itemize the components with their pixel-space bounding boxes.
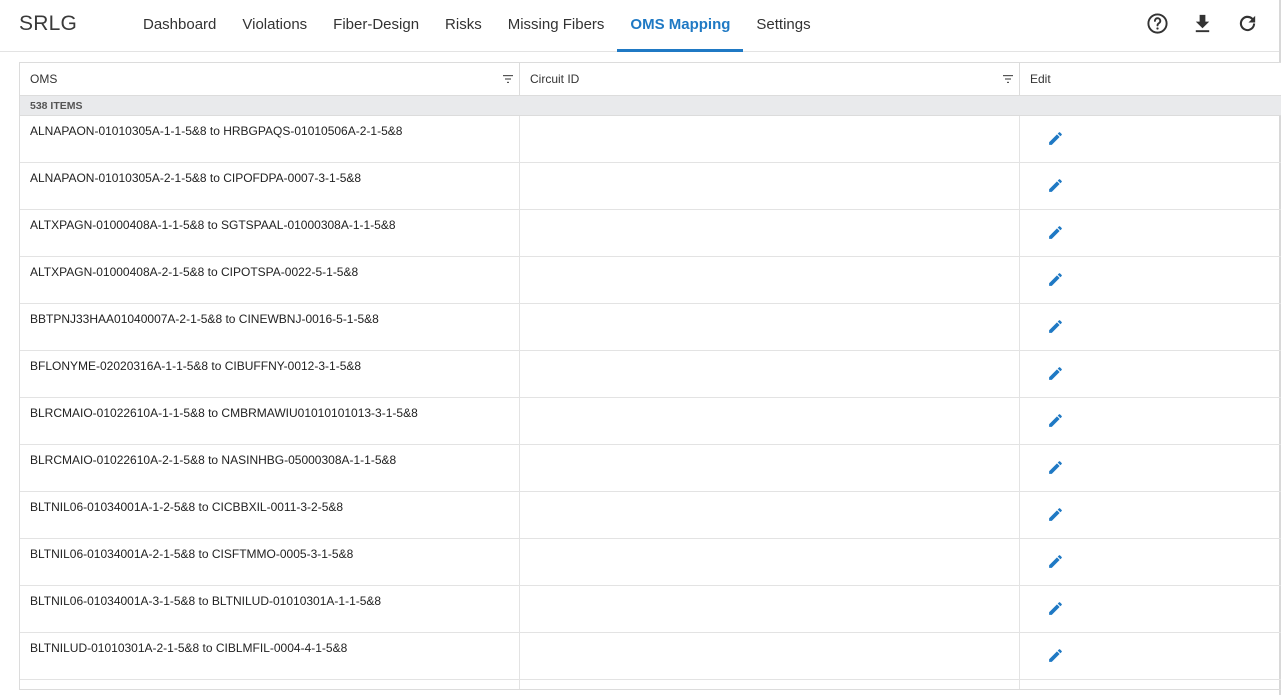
- pencil-icon[interactable]: [1047, 271, 1064, 288]
- tab-violations[interactable]: Violations: [229, 0, 320, 52]
- circuit-id-cell: [520, 492, 1020, 539]
- oms-cell: ALTXPAGN-01000408A-1-1-5&8 to SGTSPAAL-0…: [20, 210, 520, 257]
- pencil-icon[interactable]: [1047, 318, 1064, 335]
- edit-cell: [1020, 351, 1281, 398]
- pencil-icon[interactable]: [1047, 459, 1064, 476]
- download-icon[interactable]: [1191, 12, 1214, 35]
- grid-rows: ALNAPAON-01010305A-1-1-5&8 to HRBGPAQS-0…: [20, 116, 1281, 689]
- table-row[interactable]: [20, 680, 1281, 689]
- circuit-id-cell: [520, 633, 1020, 680]
- oms-cell: BLTNILUD-01010301A-2-1-5&8 to CIBLMFIL-0…: [20, 633, 520, 680]
- circuit-id-cell: [520, 539, 1020, 586]
- circuit-id-cell: [520, 257, 1020, 304]
- pencil-icon[interactable]: [1047, 130, 1064, 147]
- oms-cell: ALTXPAGN-01000408A-2-1-5&8 to CIPOTSPA-0…: [20, 257, 520, 304]
- oms-cell: BFLONYME-02020316A-1-1-5&8 to CIBUFFNY-0…: [20, 351, 520, 398]
- app-title: SRLG: [19, 12, 77, 35]
- oms-cell: [20, 680, 520, 689]
- circuit-id-cell: [520, 163, 1020, 210]
- pencil-icon[interactable]: [1047, 412, 1064, 429]
- oms-mapping-grid: OMS Circuit ID Edit 538 ITEMS ALNAPAON-0…: [19, 62, 1281, 690]
- group-count-row: 538 ITEMS: [20, 96, 1281, 116]
- table-row[interactable]: BBTPNJ33HAA01040007A-2-1-5&8 to CINEWBNJ…: [20, 304, 1281, 351]
- column-header-oms[interactable]: OMS: [20, 63, 520, 96]
- oms-cell: ALNAPAON-01010305A-2-1-5&8 to CIPOFDPA-0…: [20, 163, 520, 210]
- circuit-id-cell: [520, 398, 1020, 445]
- table-row[interactable]: BLRCMAIO-01022610A-1-1-5&8 to CMBRMAWIU0…: [20, 398, 1281, 445]
- table-row[interactable]: ALTXPAGN-01000408A-2-1-5&8 to CIPOTSPA-0…: [20, 257, 1281, 304]
- column-header-edit: Edit: [1020, 63, 1281, 96]
- table-row[interactable]: ALNAPAON-01010305A-2-1-5&8 to CIPOFDPA-0…: [20, 163, 1281, 210]
- tab-oms-mapping[interactable]: OMS Mapping: [617, 0, 744, 52]
- edit-cell: [1020, 633, 1281, 680]
- pencil-icon[interactable]: [1047, 224, 1064, 241]
- circuit-id-cell: [520, 586, 1020, 633]
- edit-cell: [1020, 398, 1281, 445]
- oms-cell: BLTNIL06-01034001A-1-2-5&8 to CICBBXIL-0…: [20, 492, 520, 539]
- column-header-label: Circuit ID: [530, 72, 580, 86]
- oms-cell: BLRCMAIO-01022610A-1-1-5&8 to CMBRMAWIU0…: [20, 398, 520, 445]
- edit-cell: [1020, 163, 1281, 210]
- edit-cell: [1020, 116, 1281, 163]
- circuit-id-cell: [520, 680, 1020, 689]
- filter-icon[interactable]: [503, 74, 513, 84]
- circuit-id-cell: [520, 445, 1020, 492]
- tab-fiber-design[interactable]: Fiber-Design: [320, 0, 432, 52]
- circuit-id-cell: [520, 304, 1020, 351]
- tab-risks[interactable]: Risks: [432, 0, 495, 52]
- table-row[interactable]: BLTNIL06-01034001A-2-1-5&8 to CISFTMMO-0…: [20, 539, 1281, 586]
- table-row[interactable]: ALNAPAON-01010305A-1-1-5&8 to HRBGPAQS-0…: [20, 116, 1281, 163]
- tab-missing-fibers[interactable]: Missing Fibers: [495, 0, 618, 52]
- table-row[interactable]: BLTNILUD-01010301A-2-1-5&8 to CIBLMFIL-0…: [20, 633, 1281, 680]
- table-row[interactable]: ALTXPAGN-01000408A-1-1-5&8 to SGTSPAAL-0…: [20, 210, 1281, 257]
- edit-cell: [1020, 445, 1281, 492]
- toolbar-actions: [1146, 12, 1259, 35]
- tab-dashboard[interactable]: Dashboard: [130, 0, 229, 52]
- oms-cell: BBTPNJ33HAA01040007A-2-1-5&8 to CINEWBNJ…: [20, 304, 520, 351]
- pencil-icon[interactable]: [1047, 600, 1064, 617]
- oms-cell: BLTNIL06-01034001A-3-1-5&8 to BLTNILUD-0…: [20, 586, 520, 633]
- edit-cell: [1020, 257, 1281, 304]
- oms-cell: BLRCMAIO-01022610A-2-1-5&8 to NASINHBG-0…: [20, 445, 520, 492]
- table-row[interactable]: BLRCMAIO-01022610A-2-1-5&8 to NASINHBG-0…: [20, 445, 1281, 492]
- edit-cell: [1020, 539, 1281, 586]
- help-icon[interactable]: [1146, 12, 1169, 35]
- pencil-icon[interactable]: [1047, 647, 1064, 664]
- circuit-id-cell: [520, 351, 1020, 398]
- edit-cell: [1020, 304, 1281, 351]
- pencil-icon[interactable]: [1047, 365, 1064, 382]
- column-header-circuit-id[interactable]: Circuit ID: [520, 63, 1020, 96]
- column-header-label: Edit: [1030, 72, 1051, 86]
- edit-cell: [1020, 492, 1281, 539]
- grid-header: OMS Circuit ID Edit: [20, 63, 1281, 96]
- edit-cell: [1020, 680, 1281, 689]
- circuit-id-cell: [520, 210, 1020, 257]
- pencil-icon[interactable]: [1047, 177, 1064, 194]
- filter-icon[interactable]: [1003, 74, 1013, 84]
- oms-cell: BLTNIL06-01034001A-2-1-5&8 to CISFTMMO-0…: [20, 539, 520, 586]
- column-header-label: OMS: [30, 72, 58, 86]
- circuit-id-cell: [520, 116, 1020, 163]
- table-row[interactable]: BLTNIL06-01034001A-3-1-5&8 to BLTNILUD-0…: [20, 586, 1281, 633]
- table-row[interactable]: BFLONYME-02020316A-1-1-5&8 to CIBUFFNY-0…: [20, 351, 1281, 398]
- oms-cell: ALNAPAON-01010305A-1-1-5&8 to HRBGPAQS-0…: [20, 116, 520, 163]
- edit-cell: [1020, 586, 1281, 633]
- edit-cell: [1020, 210, 1281, 257]
- pencil-icon[interactable]: [1047, 506, 1064, 523]
- pencil-icon[interactable]: [1047, 553, 1064, 570]
- main-nav: Dashboard Violations Fiber-Design Risks Miss…: [130, 0, 824, 52]
- tab-settings[interactable]: Settings: [743, 0, 823, 52]
- table-row[interactable]: BLTNIL06-01034001A-1-2-5&8 to CICBBXIL-0…: [20, 492, 1281, 539]
- refresh-icon[interactable]: [1236, 12, 1259, 35]
- top-bar: SRLG Dashboard Violations Fiber-Design Risk…: [0, 0, 1281, 52]
